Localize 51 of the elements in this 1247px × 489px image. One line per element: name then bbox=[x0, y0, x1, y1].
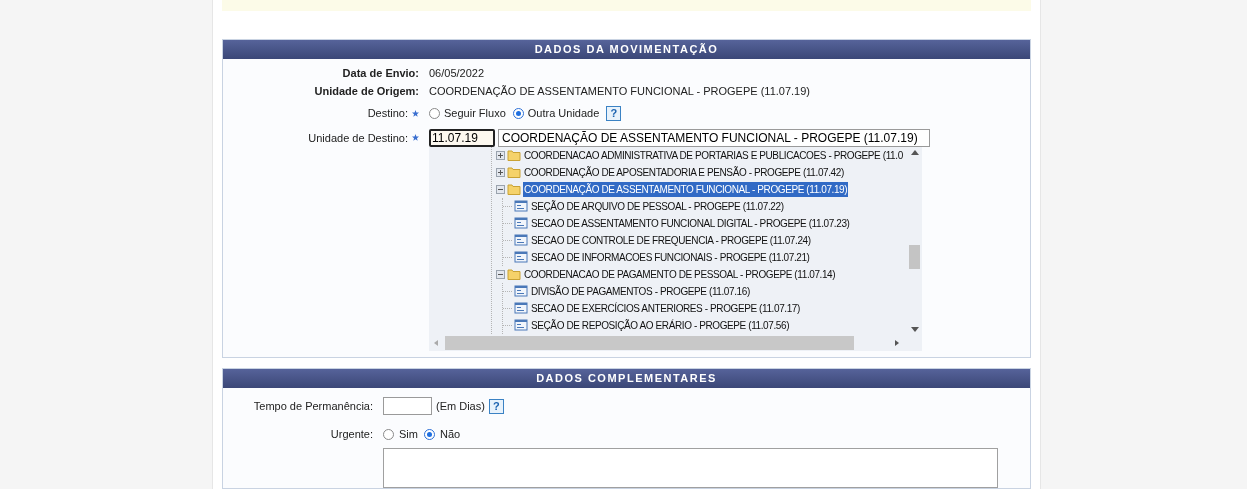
field-label: Unidade de Origem: bbox=[314, 83, 419, 99]
expand-toggle[interactable] bbox=[496, 150, 505, 160]
document-icon bbox=[514, 285, 528, 298]
field-label: Urgente: bbox=[330, 426, 373, 442]
section-header: DADOS COMPLEMENTARES bbox=[223, 369, 1030, 388]
expand-toggle[interactable] bbox=[496, 269, 505, 279]
document-icon bbox=[514, 319, 528, 332]
tree-item[interactable]: SECAO DE ASSENTAMENTO FUNCIONAL DIGITAL - PROGEPE (11.07.23) bbox=[530, 215, 851, 231]
text-area[interactable] bbox=[383, 448, 998, 488]
radio-button[interactable] bbox=[429, 107, 440, 119]
code-input[interactable]: 11.07.19 bbox=[429, 128, 495, 147]
tree-item[interactable]: DIVISÃO DE PAGAMENTOS - PROGEPE (11.07.16) bbox=[530, 283, 751, 299]
radio-button[interactable] bbox=[423, 428, 435, 440]
tree-item[interactable]: COORDENACAO DE PAGAMENTO DE PESSOAL - PROGEPE (11.07.14) bbox=[523, 266, 837, 282]
help-button[interactable]: ? bbox=[606, 105, 622, 121]
field-value: COORDENAÇÃO DE ASSENTAMENTO FUNCIONAL - PROGEPE (11.07.19) bbox=[429, 83, 810, 99]
document-icon bbox=[514, 251, 528, 264]
unit-label: (Em Dias) bbox=[436, 398, 485, 414]
tree-item[interactable]: SECAO DE EXERCÍCIOS ANTERIORES - PROGEPE (11.07.17) bbox=[530, 300, 801, 316]
tree-item[interactable]: COORDENAÇÃO DE APOSENTADORIA E PENSÃO - PROGEPE (11.07.42) bbox=[523, 164, 845, 180]
document-icon bbox=[514, 234, 528, 247]
input-field[interactable] bbox=[383, 397, 432, 415]
tree-item[interactable]: SECAO DE INFORMACOES FUNCIONAIS - PROGEPE (11.07.21) bbox=[530, 249, 811, 265]
tree-item[interactable]: COORDENACAO ADMINISTRATIVA DE PORTARIAS E PUBLICACOES - PROGEPE (11.0 bbox=[523, 147, 904, 163]
radio-label: Sim bbox=[399, 426, 418, 442]
folder-icon bbox=[507, 166, 521, 179]
document-icon bbox=[514, 302, 528, 315]
radio-label: Outra Unidade bbox=[527, 106, 600, 121]
radio-label: Não bbox=[439, 426, 461, 442]
tree-item[interactable]: COORDENAÇÃO DE ASSENTAMENTO FUNCIONAL - PROGEPE (11.07.19) bbox=[523, 181, 849, 197]
field-label: Data de Envio: bbox=[342, 65, 419, 81]
tree-item[interactable]: SECAO DE CONTROLE DE FREQUENCIA - PROGEPE (11.07.24) bbox=[530, 232, 812, 248]
document-icon bbox=[514, 200, 528, 213]
radio-label: Seguir Fluxo bbox=[444, 106, 506, 121]
field-label: Destino: bbox=[367, 106, 408, 121]
help-button[interactable]: ? bbox=[488, 398, 504, 414]
tree-item[interactable]: SEÇÃO DE ARQUIVO DE PESSOAL - PROGEPE (11.07.22) bbox=[530, 198, 785, 214]
field-value: 06/05/2022 bbox=[429, 65, 485, 81]
expand-toggle[interactable] bbox=[496, 184, 505, 194]
field-label: Tempo de Permanência: bbox=[253, 398, 373, 414]
radio-button[interactable] bbox=[383, 428, 394, 440]
expand-toggle[interactable] bbox=[496, 167, 505, 177]
section-header: DADOS DA MOVIMENTAÇÃO bbox=[223, 39, 1030, 59]
folder-icon bbox=[507, 268, 521, 281]
unit-name-input[interactable]: COORDENAÇÃO DE ASSENTAMENTO FUNCIONAL - PROGEPE (11.07.19) bbox=[498, 128, 930, 147]
folder-icon bbox=[507, 149, 521, 162]
document-icon bbox=[514, 217, 528, 230]
field-label: Unidade de Destino: bbox=[308, 130, 408, 146]
radio-button[interactable] bbox=[512, 107, 524, 119]
tree-item[interactable]: SEÇÃO DE REPOSIÇÃO AO ERÁRIO - PROGEPE (11.07.56) bbox=[530, 317, 791, 333]
folder-icon bbox=[507, 183, 521, 196]
